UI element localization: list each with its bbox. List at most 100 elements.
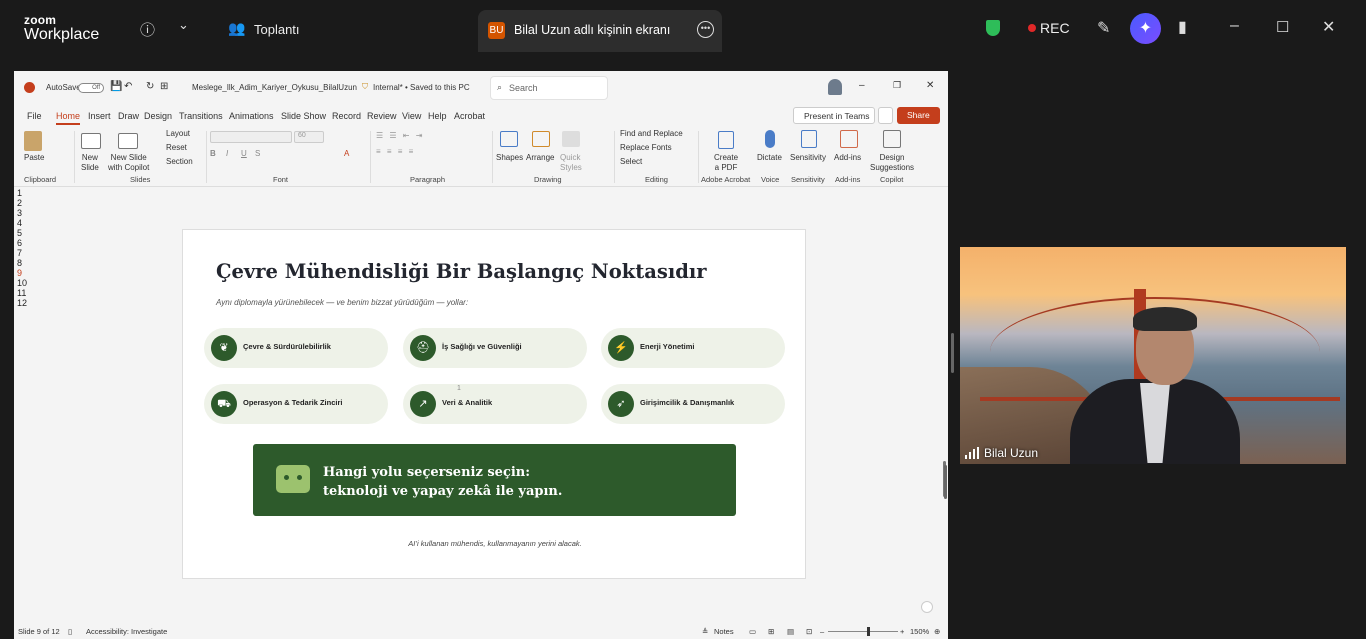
rec-label[interactable]: REC [1040, 20, 1070, 36]
spelling-icon[interactable]: ▯ [68, 627, 72, 636]
dictate-button[interactable]: Dictate [757, 153, 782, 163]
save-icon[interactable]: 💾 [110, 81, 122, 92]
share-resize-handle[interactable] [944, 465, 947, 499]
sorter-view-icon[interactable]: ⊞ [768, 627, 774, 636]
reading-view-icon[interactable]: ▤ [787, 627, 794, 636]
addins-button[interactable]: Add-ins [834, 153, 861, 163]
share-left-handle[interactable] [951, 333, 954, 373]
present-icon[interactable]: ⊞ [160, 81, 168, 92]
font-color-icon[interactable]: A [344, 149, 349, 159]
tab-draw[interactable]: Draw [118, 111, 139, 121]
undo-icon[interactable]: ↶ [124, 81, 132, 92]
sensitivity-button[interactable]: Sensitivity [790, 153, 826, 163]
copilot-float-icon[interactable] [921, 601, 933, 613]
screen-share-tab[interactable]: BU Bilal Uzun adlı kişinin ekranı ••• [478, 10, 722, 52]
tab-home[interactable]: Home [56, 111, 81, 125]
font-name-dropdown[interactable] [210, 131, 292, 143]
zoom-level[interactable]: 150% [910, 627, 929, 636]
redo-icon[interactable]: ↻ [146, 81, 154, 92]
font-size-dropdown[interactable]: 60 [294, 131, 324, 143]
thumb-number[interactable]: 1 [17, 188, 22, 198]
align-icon[interactable]: ≡ ≡ ≡ ≡ [376, 147, 415, 157]
thumb-number-active[interactable]: 9 [17, 268, 22, 278]
italic-icon[interactable]: I [226, 149, 228, 159]
tab-animations[interactable]: Animations [229, 111, 274, 121]
underline-icon[interactable]: U [241, 149, 247, 159]
replace-fonts-button[interactable]: Replace Fonts [620, 143, 672, 153]
notes-button[interactable]: Notes [714, 627, 734, 636]
shapes-button[interactable]: Shapes [496, 153, 523, 163]
ppt-status-bar: Slide 9 of 12 ▯ Accessibility: Investiga… [14, 623, 948, 639]
new-slide-button[interactable]: New Slide [81, 153, 99, 174]
find-replace-button[interactable]: Find and Replace [620, 129, 683, 139]
tab-design[interactable]: Design [144, 111, 172, 121]
accessibility-status[interactable]: Accessibility: Investigate [86, 627, 167, 636]
thumb-number[interactable]: 6 [17, 238, 22, 248]
thumb-number[interactable]: 8 [17, 258, 22, 268]
zoom-out-icon[interactable]: – [820, 627, 824, 636]
comments-button[interactable] [878, 107, 893, 124]
autosave-toggle[interactable]: Off [78, 83, 104, 93]
present-in-teams-button[interactable]: Present in Teams [793, 107, 875, 124]
info-icon[interactable]: ⓘ [140, 19, 155, 40]
encryption-shield-icon[interactable] [986, 20, 1000, 36]
tab-slide-show[interactable]: Slide Show [281, 111, 326, 121]
thumb-number[interactable]: 2 [17, 198, 22, 208]
quick-styles-button[interactable]: Quick Styles [560, 153, 582, 174]
more-options-icon[interactable]: ••• [697, 21, 714, 38]
current-slide[interactable]: Çevre Mühendisliği Bir Başlangıç Noktası… [182, 229, 806, 579]
thumb-number[interactable]: 4 [17, 218, 22, 228]
paste-button[interactable]: Paste [24, 153, 44, 163]
ai-companion-button[interactable]: ✦ [1130, 13, 1161, 44]
ppt-restore-icon[interactable]: ❐ [893, 80, 901, 91]
tab-insert[interactable]: Insert [88, 111, 111, 121]
create-pdf-button[interactable]: Create a PDF [714, 153, 738, 174]
notes-icon[interactable]: ≜ [702, 627, 708, 636]
ppt-search-input[interactable]: ⌕ Search [490, 76, 608, 100]
bullets-icon[interactable]: ☰ ☰ ⇤ ⇥ [376, 131, 424, 141]
view-layout-icon[interactable]: ▮ [1178, 17, 1187, 37]
participant-video-tile[interactable]: Bilal Uzun [960, 247, 1346, 464]
tab-record[interactable]: Record [332, 111, 361, 121]
arrange-button[interactable]: Arrange [526, 153, 554, 163]
layout-button[interactable]: Layout [166, 129, 190, 139]
close-icon[interactable]: ✕ [1322, 17, 1335, 37]
normal-view-icon[interactable]: ▭ [749, 627, 756, 636]
slideshow-view-icon[interactable]: ⊡ [806, 627, 812, 636]
thumb-number[interactable]: 10 [17, 278, 27, 288]
tab-help[interactable]: Help [428, 111, 447, 121]
thumb-number[interactable]: 5 [17, 228, 22, 238]
select-button[interactable]: Select [620, 157, 642, 167]
annotate-pen-icon[interactable]: ✎ [1097, 18, 1110, 38]
thumb-number[interactable]: 11 [17, 288, 26, 298]
strikethrough-icon[interactable]: S [255, 149, 260, 159]
design-suggestions-button[interactable]: Design Suggestions [870, 153, 914, 174]
zoom-slider-thumb[interactable] [867, 627, 870, 636]
tab-review[interactable]: Review [367, 111, 397, 121]
zoom-in-icon[interactable]: + [900, 627, 904, 636]
user-avatar[interactable] [828, 79, 842, 95]
participants-icon[interactable]: 👥 [228, 20, 245, 37]
file-status[interactable]: Internal* • Saved to this PC [373, 83, 470, 92]
file-name[interactable]: Meslege_Ilk_Adim_Kariyer_Oykusu_BilalUzu… [192, 83, 357, 92]
tab-file[interactable]: File [27, 111, 42, 121]
thumb-number[interactable]: 3 [17, 208, 22, 218]
reset-button[interactable]: Reset [166, 143, 187, 153]
thumb-number[interactable]: 12 [17, 298, 27, 308]
bold-icon[interactable]: B [210, 149, 216, 159]
minimize-icon[interactable]: – [1230, 17, 1239, 35]
chevron-down-icon[interactable]: ⌄ [178, 17, 189, 33]
section-button[interactable]: Section [166, 157, 193, 167]
ppt-minimize-icon[interactable]: – [859, 80, 865, 91]
maximize-icon[interactable]: ☐ [1276, 18, 1289, 36]
tab-transitions[interactable]: Transitions [179, 111, 223, 121]
zoom-slider[interactable] [828, 631, 898, 632]
ppt-close-icon[interactable]: ✕ [926, 80, 934, 91]
tab-acrobat[interactable]: Acrobat [454, 111, 485, 121]
fit-slide-icon[interactable]: ⊕ [934, 627, 940, 636]
share-button[interactable]: Share [897, 107, 940, 124]
thumb-number[interactable]: 7 [17, 248, 22, 258]
new-slide-copilot-button[interactable]: New Slide with Copilot [108, 153, 149, 174]
tab-view[interactable]: View [402, 111, 421, 121]
meeting-title[interactable]: Toplantı [254, 22, 300, 37]
